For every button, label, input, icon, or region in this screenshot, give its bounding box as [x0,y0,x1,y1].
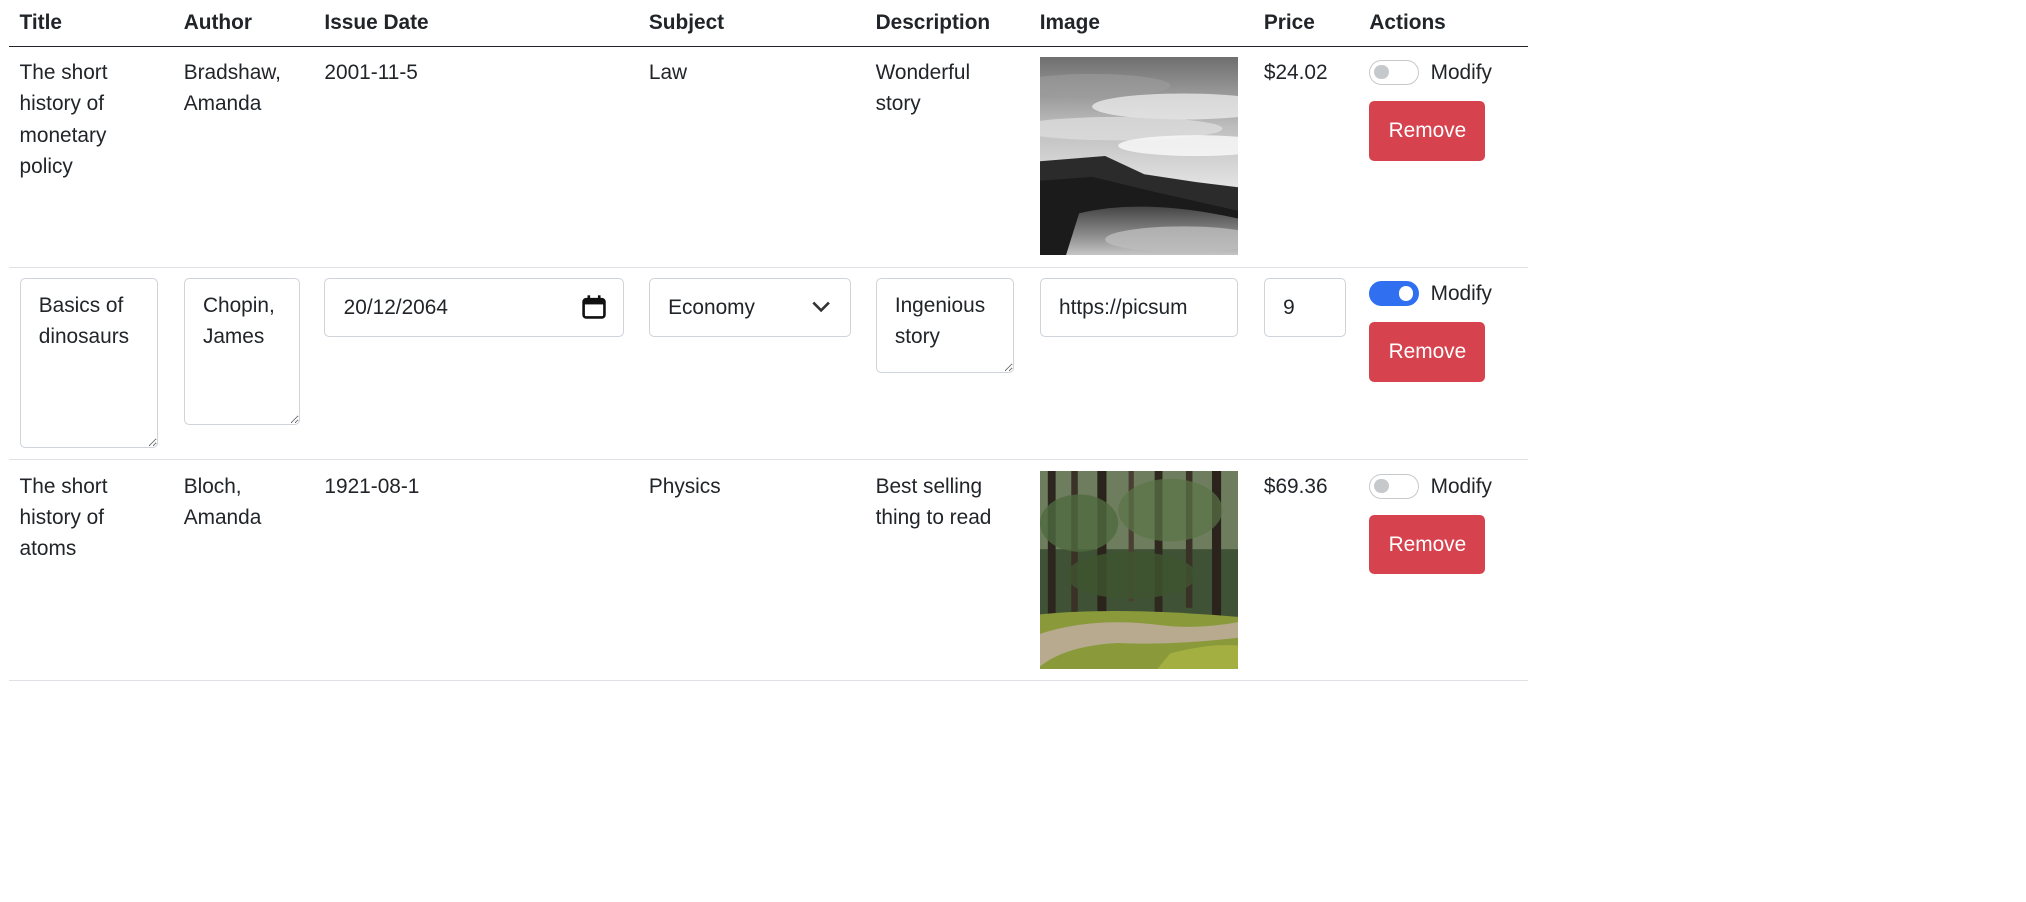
book-subject: Physics [648,474,721,498]
modify-toggle[interactable] [1369,281,1419,307]
remove-button[interactable]: Remove [1369,101,1486,161]
table-row: The short history of monetary policy Bra… [9,46,1529,268]
column-header-subject: Subject [638,0,866,47]
price-input[interactable] [1263,278,1346,337]
modify-label: Modify [1430,282,1492,306]
modify-label: Modify [1430,61,1492,84]
table-header-row: Title Author Issue Date Subject Descript… [9,0,1529,47]
subject-selected-value: Economy [668,295,755,319]
title-textarea[interactable]: Basics of dinosaurs [19,278,158,448]
column-header-title: Title [9,0,174,47]
image-url-input[interactable] [1039,278,1238,337]
column-header-description: Description [865,0,1030,47]
remove-button[interactable]: Remove [1369,322,1486,382]
book-cover-image [1039,470,1238,669]
book-author: Bradshaw, Amanda [183,61,281,116]
table-row: The short history of atoms Bloch, Amanda… [9,459,1529,682]
foggy-hills-image [1039,57,1238,256]
book-description: Wonderful story [875,61,971,116]
books-table: Title Author Issue Date Subject Descript… [9,0,1529,682]
issue-date-input[interactable] [324,278,625,337]
book-price: $69.36 [1263,474,1328,498]
book-title: The short history of monetary policy [19,61,108,178]
book-issue-date: 1921-08-1 [324,474,420,498]
description-textarea[interactable]: Ingenious story [875,278,1014,374]
book-cover-image [1039,57,1238,256]
chevron-down-icon [812,302,830,313]
book-author: Bloch, Amanda [183,474,262,529]
book-price: $24.02 [1263,61,1328,84]
table-row: Basics of dinosaurs Chopin, James 20/12/… [9,267,1529,461]
forest-path-image [1039,470,1238,669]
column-header-author: Author [173,0,314,47]
modify-toggle[interactable] [1369,60,1419,85]
column-header-issue-date: Issue Date [314,0,639,47]
book-subject: Law [648,61,688,84]
modify-toggle[interactable] [1369,473,1419,499]
column-header-actions: Actions [1358,0,1529,47]
book-description: Best selling thing to read [875,474,992,529]
book-issue-date: 2001-11-5 [324,61,418,84]
modify-label: Modify [1430,474,1492,498]
remove-button[interactable]: Remove [1369,514,1486,575]
author-textarea[interactable]: Chopin, James [183,278,300,426]
calendar-icon[interactable] [581,294,607,320]
column-header-image: Image [1029,0,1254,47]
column-header-price: Price [1253,0,1359,47]
book-title: The short history of atoms [19,474,108,561]
